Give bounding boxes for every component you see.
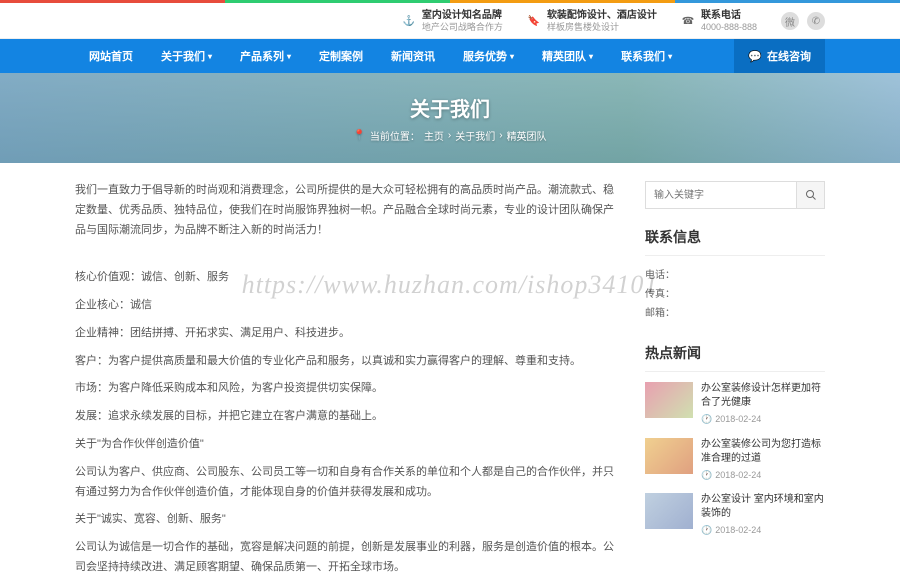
news-date: 2018-02-24 bbox=[715, 413, 761, 426]
search-button[interactable] bbox=[796, 182, 824, 208]
page-title: 关于我们 bbox=[410, 93, 490, 122]
news-item[interactable]: 办公室装修设计怎样更加符合了光健康 🕐2018-02-24 bbox=[645, 382, 825, 426]
top-text: 室内设计知名品牌 bbox=[422, 9, 503, 22]
breadcrumb-current: 精英团队 bbox=[507, 128, 547, 143]
news-item[interactable]: 办公室装修公司为您打造标准合理的过道 🕐2018-02-24 bbox=[645, 438, 825, 482]
page-banner: 关于我们 📍 当前位置： 主页 › 关于我们 › 精英团队 bbox=[0, 73, 900, 163]
top-brand: ⚓ 室内设计知名品牌 地产公司战略合作方 bbox=[402, 9, 503, 34]
news-date: 2018-02-24 bbox=[715, 524, 761, 537]
top-phone: ☎ 联系电话 4000-888-888 bbox=[681, 9, 757, 34]
content-para: 公司认为客户、供应商、公司股东、公司员工等一切和自身有合作关系的单位和个人都是自… bbox=[75, 463, 621, 503]
content-para: 市场：为客户降低采购成本和风险，为客户投资提供切实保障。 bbox=[75, 379, 621, 399]
search-input[interactable] bbox=[646, 182, 796, 208]
news-title: 热点新闻 bbox=[645, 343, 825, 372]
social-links: 微 ✆ bbox=[781, 12, 825, 30]
sidebar: 联系信息 电话： 传真： 邮箱： 热点新闻 办公室装修设计怎样更加符合了光健康 … bbox=[645, 181, 825, 586]
search-box bbox=[645, 181, 825, 209]
content-para: 公司认为诚信是一切合作的基础，宽容是解决问题的前提，创新是发展事业的利器，服务是… bbox=[75, 538, 621, 578]
top-subtext: 样板房售楼处设计 bbox=[547, 22, 657, 34]
content-para: 客户：为客户提供高质量和最大价值的专业化产品和服务，以真诚和实力赢得客户的理解、… bbox=[75, 352, 621, 372]
news-thumb bbox=[645, 438, 693, 474]
clock-icon: 🕐 bbox=[701, 469, 712, 482]
chevron-down-icon: ▾ bbox=[208, 52, 212, 61]
contact-phone: 电话： bbox=[645, 266, 825, 285]
news-item-title: 办公室设计 室内环境和室内装饰的 bbox=[701, 493, 825, 521]
chevron-down-icon: ▾ bbox=[668, 52, 672, 61]
chat-icon: 💬 bbox=[748, 50, 762, 63]
top-text: 软装配饰设计、酒店设计 bbox=[547, 9, 657, 22]
nav-about[interactable]: 关于我们▾ bbox=[147, 39, 226, 73]
nav-chat-button[interactable]: 💬 在线咨询 bbox=[734, 39, 825, 73]
chevron-down-icon: ▾ bbox=[287, 52, 291, 61]
news-item[interactable]: 办公室设计 室内环境和室内装饰的 🕐2018-02-24 bbox=[645, 493, 825, 537]
breadcrumb-label: 当前位置： bbox=[370, 128, 420, 143]
chevron-down-icon: ▾ bbox=[510, 52, 514, 61]
nav-cases[interactable]: 定制案例 bbox=[305, 39, 377, 73]
search-icon bbox=[805, 189, 817, 201]
chevron-down-icon: ▾ bbox=[589, 52, 593, 61]
nav-service[interactable]: 服务优势▾ bbox=[449, 39, 528, 73]
anchor-icon: ⚓ bbox=[402, 14, 416, 28]
nav-products[interactable]: 产品系列▾ bbox=[226, 39, 305, 73]
contact-title: 联系信息 bbox=[645, 227, 825, 256]
clock-icon: 🕐 bbox=[701, 413, 712, 426]
clock-icon: 🕐 bbox=[701, 524, 712, 537]
nav-home[interactable]: 网站首页 bbox=[75, 39, 147, 73]
top-subtext: 地产公司战略合作方 bbox=[422, 22, 503, 34]
top-subtext: 4000-888-888 bbox=[701, 22, 757, 34]
news-thumb bbox=[645, 382, 693, 418]
nav-news[interactable]: 新闻资讯 bbox=[377, 39, 449, 73]
content-para: 发展：追求永续发展的目标，并把它建立在客户满意的基础上。 bbox=[75, 407, 621, 427]
content-para: 核心价值观：诚信、创新、服务 bbox=[75, 268, 621, 288]
news-item-title: 办公室装修公司为您打造标准合理的过道 bbox=[701, 438, 825, 466]
content-para: 企业核心：诚信 bbox=[75, 296, 621, 316]
weibo-icon[interactable]: 微 bbox=[781, 12, 799, 30]
breadcrumb-link[interactable]: 关于我们 bbox=[455, 128, 495, 143]
news-date: 2018-02-24 bbox=[715, 469, 761, 482]
nav-contact[interactable]: 联系我们▾ bbox=[607, 39, 686, 73]
bookmark-icon: 🔖 bbox=[527, 14, 541, 28]
location-icon: 📍 bbox=[353, 130, 365, 141]
main-content: 我们一直致力于倡导新的时尚观和消费理念，公司所提供的是大众可轻松拥有的高品质时尚… bbox=[75, 181, 621, 586]
breadcrumb: 📍 当前位置： 主页 › 关于我们 › 精英团队 bbox=[353, 128, 546, 143]
nav-bar: 网站首页 关于我们▾ 产品系列▾ 定制案例 新闻资讯 服务优势▾ 精英团队▾ 联… bbox=[0, 39, 900, 73]
news-thumb bbox=[645, 493, 693, 529]
top-service: 🔖 软装配饰设计、酒店设计 样板房售楼处设计 bbox=[527, 9, 657, 34]
contact-fax: 传真： bbox=[645, 285, 825, 304]
top-text: 联系电话 bbox=[701, 9, 757, 22]
content-para: 我们一直致力于倡导新的时尚观和消费理念，公司所提供的是大众可轻松拥有的高品质时尚… bbox=[75, 181, 621, 240]
top-bar: ⚓ 室内设计知名品牌 地产公司战略合作方 🔖 软装配饰设计、酒店设计 样板房售楼… bbox=[0, 3, 900, 39]
news-item-title: 办公室装修设计怎样更加符合了光健康 bbox=[701, 382, 825, 410]
content-para: 企业精神：团结拼搏、开拓求实、满足用户、科技进步。 bbox=[75, 324, 621, 344]
breadcrumb-link[interactable]: 主页 bbox=[424, 128, 444, 143]
phone-icon: ☎ bbox=[681, 14, 695, 28]
wechat-icon[interactable]: ✆ bbox=[807, 12, 825, 30]
contact-email: 邮箱： bbox=[645, 304, 825, 323]
content-para: 关于"为合作伙伴创造价值" bbox=[75, 435, 621, 455]
nav-team[interactable]: 精英团队▾ bbox=[528, 39, 607, 73]
content-para: 关于"诚实、宽容、创新、服务" bbox=[75, 510, 621, 530]
